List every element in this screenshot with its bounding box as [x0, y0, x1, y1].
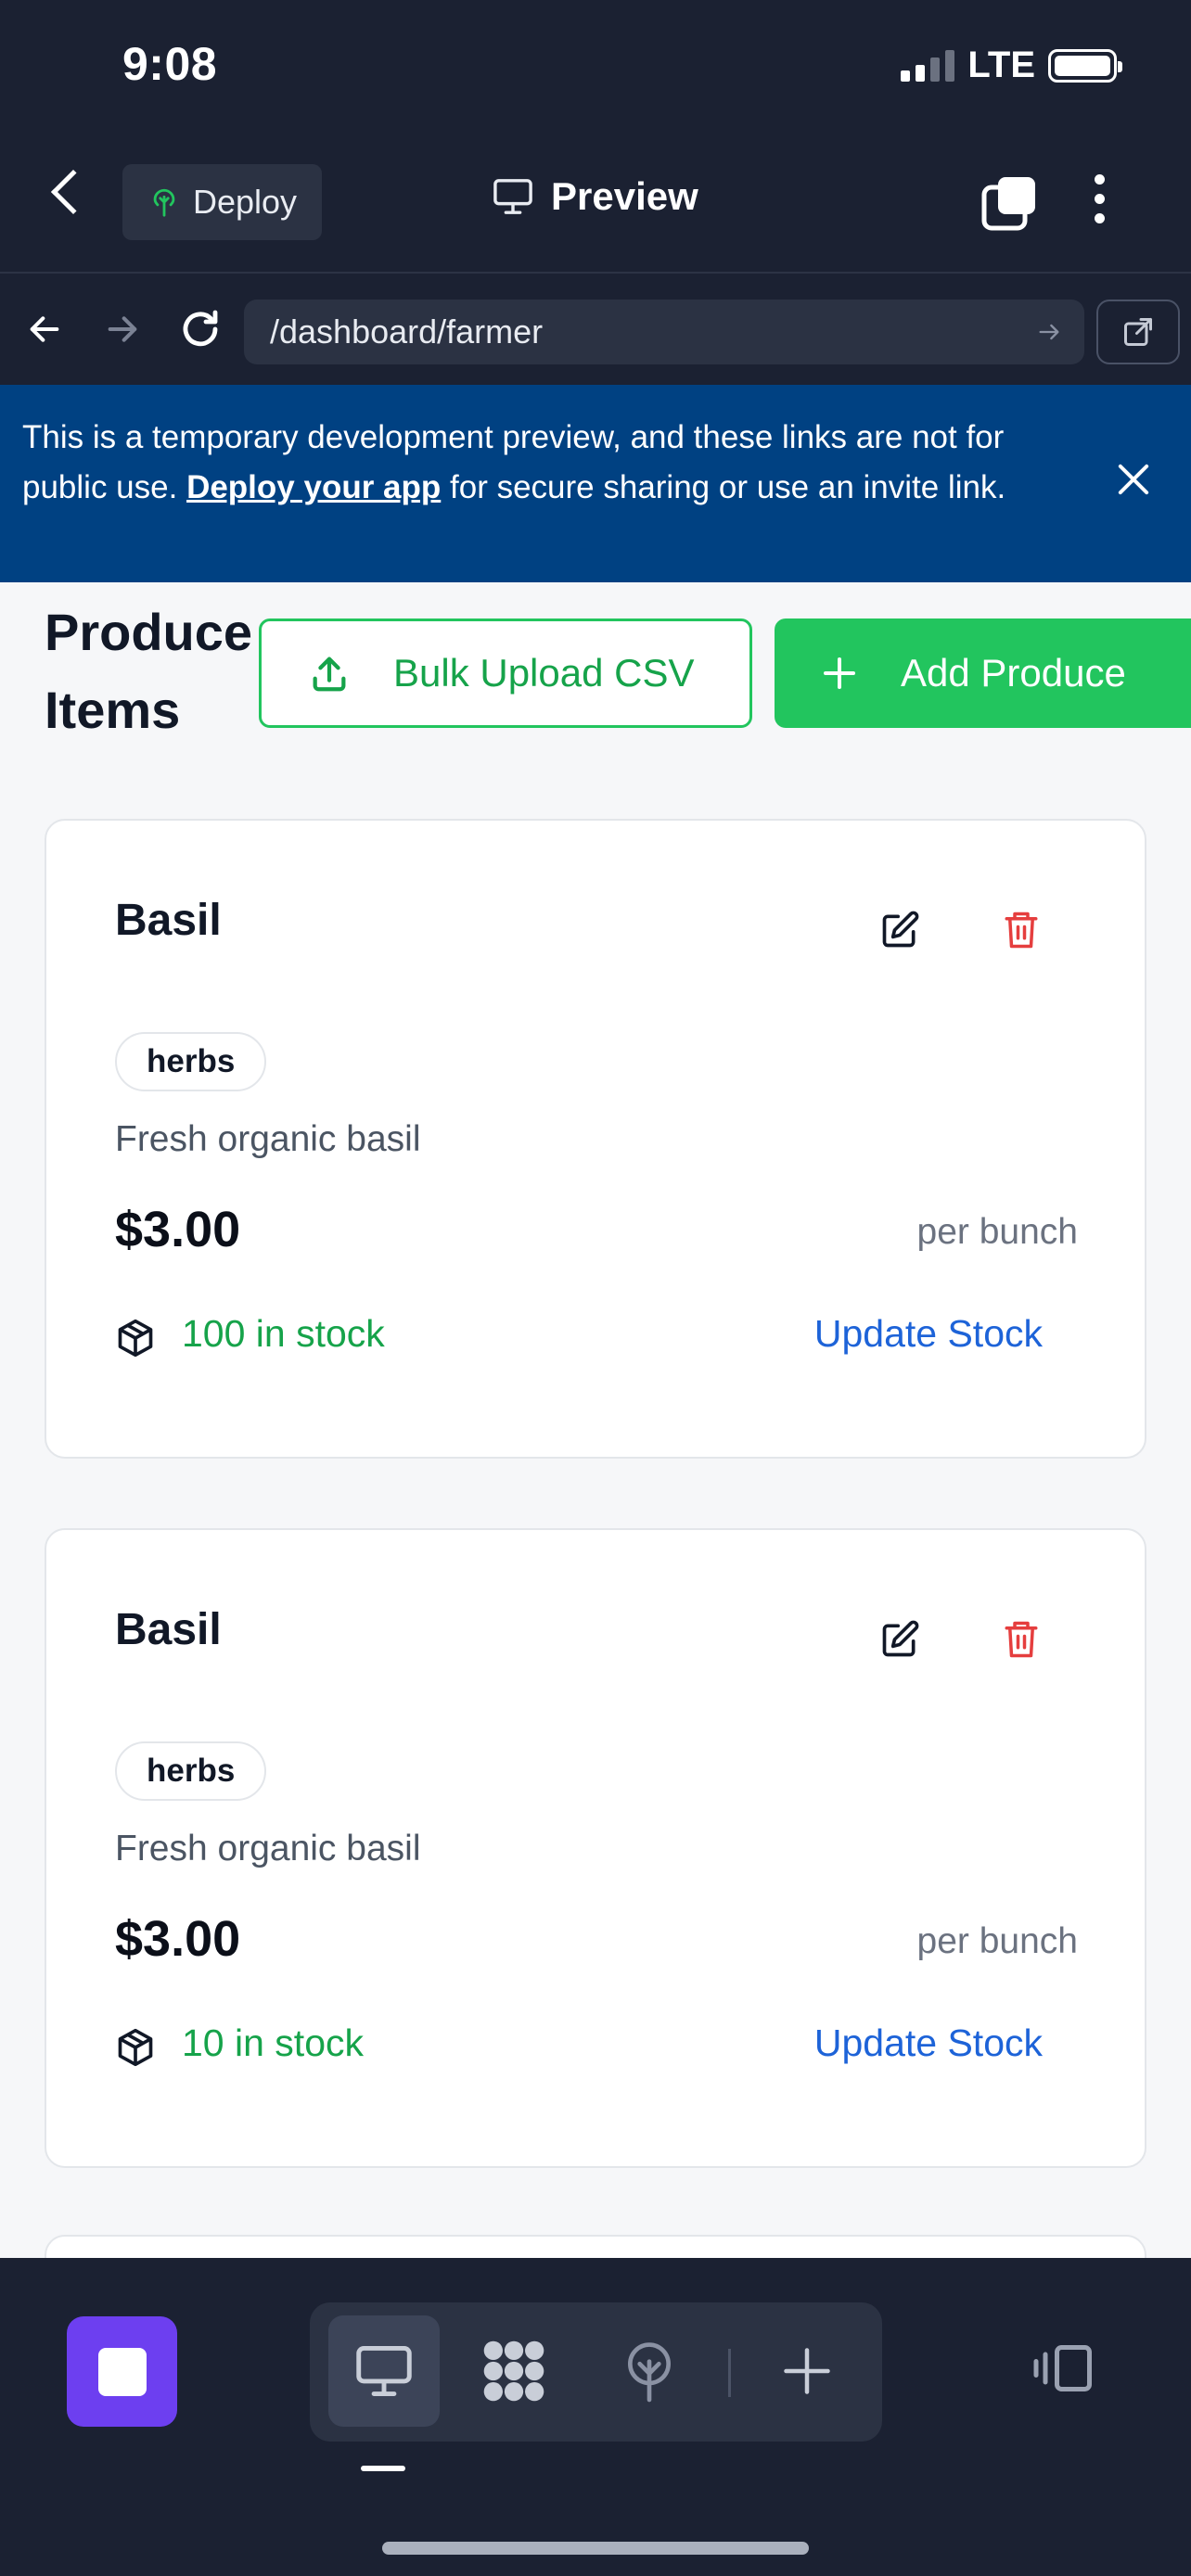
plus-icon [784, 2348, 830, 2394]
dev-preview-banner: This is a temporary development preview,… [0, 385, 1191, 582]
product-price: $3.00 [115, 1911, 241, 1967]
stock-count: 100 in stock [182, 1312, 385, 1355]
preview-title: Preview [492, 174, 698, 219]
deploy-app-link[interactable]: Deploy your app [186, 469, 441, 505]
arrow-right-icon[interactable] [104, 301, 141, 357]
update-stock-link[interactable]: Update Stock [814, 2021, 1043, 2065]
reload-icon[interactable] [178, 301, 223, 357]
apps-icon [483, 2340, 544, 2402]
deploy-label: Deploy [193, 183, 298, 221]
go-icon[interactable] [1036, 318, 1062, 346]
arrow-left-icon[interactable] [26, 301, 63, 357]
product-card: Basil herbs Fresh organic basil $3.00 pe… [45, 819, 1146, 1459]
stock-count: 10 in stock [182, 2021, 364, 2064]
bulk-upload-button[interactable]: Bulk Upload CSV [259, 618, 752, 728]
add-produce-label: Add Produce [901, 651, 1126, 695]
product-price: $3.00 [115, 1202, 241, 1257]
category-badge: herbs [115, 1741, 267, 1801]
product-description: Fresh organic basil [115, 1829, 421, 1868]
plus-icon [824, 657, 855, 689]
preview-title-text: Preview [551, 174, 698, 218]
trash-icon[interactable] [1002, 1617, 1041, 1662]
close-icon[interactable] [1117, 463, 1150, 496]
page-title: Produce Items [45, 603, 253, 739]
external-link-icon [1124, 318, 1152, 346]
bulk-upload-label: Bulk Upload CSV [393, 651, 695, 695]
battery-icon [1048, 48, 1122, 83]
deploy-tree-icon [628, 2342, 671, 2403]
more-icon[interactable] [1095, 174, 1105, 223]
bottom-toolbar [0, 2258, 1191, 2576]
product-name: Basil [115, 896, 222, 945]
status-time: 9:08 [122, 38, 218, 90]
upload-icon [313, 657, 346, 692]
stop-icon [97, 2347, 147, 2396]
product-name: Basil [115, 1605, 222, 1654]
app-header: 9:08 LTE Deploy Preview [0, 0, 1191, 272]
edit-icon[interactable] [879, 910, 920, 950]
url-input[interactable]: /dashboard/farmer [244, 300, 1084, 364]
open-external-button[interactable] [1096, 300, 1180, 364]
layout-icon[interactable] [1031, 2340, 1096, 2397]
deploy-icon [153, 188, 175, 217]
update-stock-link[interactable]: Update Stock [814, 1312, 1043, 1356]
home-indicator [382, 2542, 809, 2555]
apps-tool-button[interactable] [458, 2315, 570, 2427]
add-tool-button[interactable] [751, 2315, 863, 2427]
browser-bar: /dashboard/farmer [0, 272, 1191, 385]
network-label: LTE [967, 45, 1035, 85]
product-unit: per bunch [916, 1921, 1078, 1961]
status-indicators: LTE [901, 45, 1122, 86]
package-icon [118, 1319, 153, 1358]
package-icon [118, 2028, 153, 2067]
add-produce-button[interactable]: Add Produce [775, 618, 1191, 728]
deploy-tool-button[interactable] [594, 2315, 705, 2427]
deploy-button[interactable]: Deploy [122, 164, 322, 240]
stop-button[interactable] [67, 2316, 177, 2427]
monitor-icon [493, 179, 532, 214]
tool-divider [728, 2349, 731, 2397]
signal-icon [901, 49, 955, 82]
tool-group [310, 2302, 882, 2442]
product-description: Fresh organic basil [115, 1119, 421, 1159]
trash-icon[interactable] [1002, 908, 1041, 952]
product-card: Basil herbs Fresh organic basil $3.00 pe… [45, 1528, 1146, 2168]
active-tab-indicator [361, 2466, 405, 2471]
back-chevron-icon[interactable] [50, 169, 96, 215]
product-unit: per bunch [916, 1212, 1078, 1252]
url-text: /dashboard/farmer [270, 312, 544, 351]
tabs-icon[interactable] [981, 174, 1039, 232]
preview-tool-button[interactable] [328, 2315, 440, 2427]
monitor-icon [356, 2346, 412, 2396]
category-badge: herbs [115, 1032, 267, 1091]
edit-icon[interactable] [879, 1619, 920, 1660]
banner-text-after: for secure sharing or use an invite link… [441, 469, 1006, 505]
